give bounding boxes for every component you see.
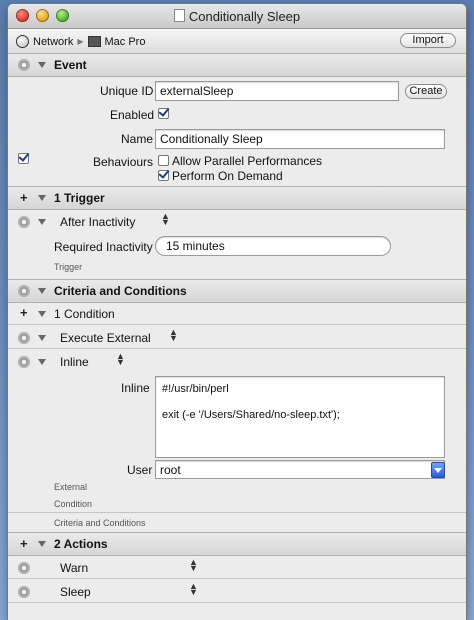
divider: [8, 578, 466, 579]
breadcrumb-host[interactable]: Mac Pro: [105, 36, 146, 48]
criteria-header-label: Criteria and Conditions: [54, 284, 187, 298]
window-title-text: Conditionally Sleep: [188, 9, 301, 24]
disclosure-triangle-icon[interactable]: [38, 219, 46, 225]
script-line: exit (-e '/Users/Shared/no-sleep.txt');: [162, 409, 340, 421]
inline-label: Inline: [121, 381, 150, 395]
user-label: User: [127, 463, 153, 477]
action-sleep-popup[interactable]: Sleep: [60, 585, 91, 599]
network-globe-icon: [16, 35, 29, 48]
condition-header-label: 1 Condition: [54, 307, 115, 321]
disclosure-triangle-icon[interactable]: [38, 195, 46, 201]
breadcrumb-network[interactable]: Network: [33, 36, 73, 48]
popup-arrows-icon[interactable]: ▲ ▼: [169, 328, 178, 343]
window-title: Conditionally Sleep: [8, 9, 466, 24]
required-inactivity-label: Required Inactivity: [54, 240, 153, 254]
popup-arrows-icon[interactable]: ▲ ▼: [161, 212, 170, 227]
gear-icon[interactable]: [18, 59, 30, 71]
breadcrumb: Network ▶ Mac Pro: [16, 35, 145, 48]
divider: [8, 348, 466, 349]
title-bar: Conditionally Sleep: [8, 4, 466, 29]
popup-arrows-icon[interactable]: ▲ ▼: [116, 352, 125, 367]
breadcrumb-arrow-icon: ▶: [77, 37, 84, 46]
create-button[interactable]: Create: [405, 84, 447, 99]
enabled-label: Enabled: [110, 108, 155, 122]
document-icon: [173, 9, 185, 22]
perform-on-demand-label: Perform On Demand: [172, 169, 283, 183]
inline-type-popup[interactable]: Inline: [60, 355, 89, 369]
condition-caption: Condition: [54, 499, 93, 509]
name-field[interactable]: Conditionally Sleep: [155, 129, 445, 149]
criteria-caption: Criteria and Conditions: [54, 518, 146, 528]
disclosure-triangle-icon[interactable]: [38, 311, 46, 317]
script-line: #!/usr/bin/perl: [162, 383, 229, 395]
disclosure-triangle-icon[interactable]: [38, 62, 46, 68]
inline-script-textarea[interactable]: #!/usr/bin/perl exit (-e '/Users/Shared/…: [155, 376, 445, 458]
enabled-checkbox[interactable]: [158, 108, 169, 119]
main-window: Conditionally Sleep Network ▶ Mac Pro Im…: [8, 4, 466, 620]
gear-icon[interactable]: [18, 216, 30, 228]
path-bar: Network ▶ Mac Pro Import: [8, 29, 466, 54]
add-action-icon[interactable]: +: [20, 536, 28, 551]
unique-id-label: Unique ID: [100, 84, 154, 98]
unique-id-field[interactable]: externalSleep: [155, 81, 399, 101]
disclosure-triangle-icon[interactable]: [38, 541, 46, 547]
divider: [8, 602, 466, 603]
external-caption: External: [54, 482, 88, 492]
condition-type-popup[interactable]: Execute External: [60, 331, 151, 345]
disclosure-triangle-icon[interactable]: [38, 335, 46, 341]
event-enabled-checkbox[interactable]: [18, 153, 29, 164]
popup-arrows-icon[interactable]: ▲ ▼: [189, 558, 198, 573]
disclosure-triangle-icon[interactable]: [38, 288, 46, 294]
event-section-header[interactable]: Event: [8, 53, 466, 77]
required-inactivity-field[interactable]: 15 minutes: [155, 236, 391, 256]
trigger-section-header[interactable]: + 1 Trigger: [8, 186, 466, 210]
allow-parallel-label: Allow Parallel Performances: [172, 154, 323, 168]
divider: [8, 512, 466, 513]
add-condition-icon[interactable]: +: [20, 305, 28, 320]
actions-section-header[interactable]: + 2 Actions: [8, 532, 466, 556]
behaviours-label: Behaviours: [93, 155, 154, 169]
import-button[interactable]: Import: [400, 33, 456, 48]
name-label: Name: [121, 132, 154, 146]
trigger-caption: Trigger: [54, 262, 83, 272]
gear-icon[interactable]: [18, 356, 30, 368]
popup-arrows-icon[interactable]: ▲ ▼: [189, 582, 198, 597]
criteria-section-header[interactable]: Criteria and Conditions: [8, 279, 466, 303]
actions-header-label: 2 Actions: [54, 537, 108, 551]
action-warn-popup[interactable]: Warn: [60, 561, 88, 575]
user-field[interactable]: root: [155, 460, 445, 479]
user-dropdown-button[interactable]: [431, 462, 445, 478]
perform-on-demand-checkbox[interactable]: [158, 170, 169, 181]
computer-icon: [87, 36, 101, 47]
event-header-label: Event: [54, 58, 87, 72]
gear-icon[interactable]: [18, 562, 30, 574]
add-trigger-icon[interactable]: +: [20, 190, 28, 205]
trigger-header-label: 1 Trigger: [54, 191, 105, 205]
gear-icon[interactable]: [18, 586, 30, 598]
trigger-type-popup[interactable]: After Inactivity: [60, 215, 135, 229]
gear-icon[interactable]: [18, 332, 30, 344]
gear-icon[interactable]: [18, 285, 30, 297]
disclosure-triangle-icon[interactable]: [38, 359, 46, 365]
allow-parallel-checkbox[interactable]: [158, 155, 169, 166]
divider: [8, 324, 466, 325]
